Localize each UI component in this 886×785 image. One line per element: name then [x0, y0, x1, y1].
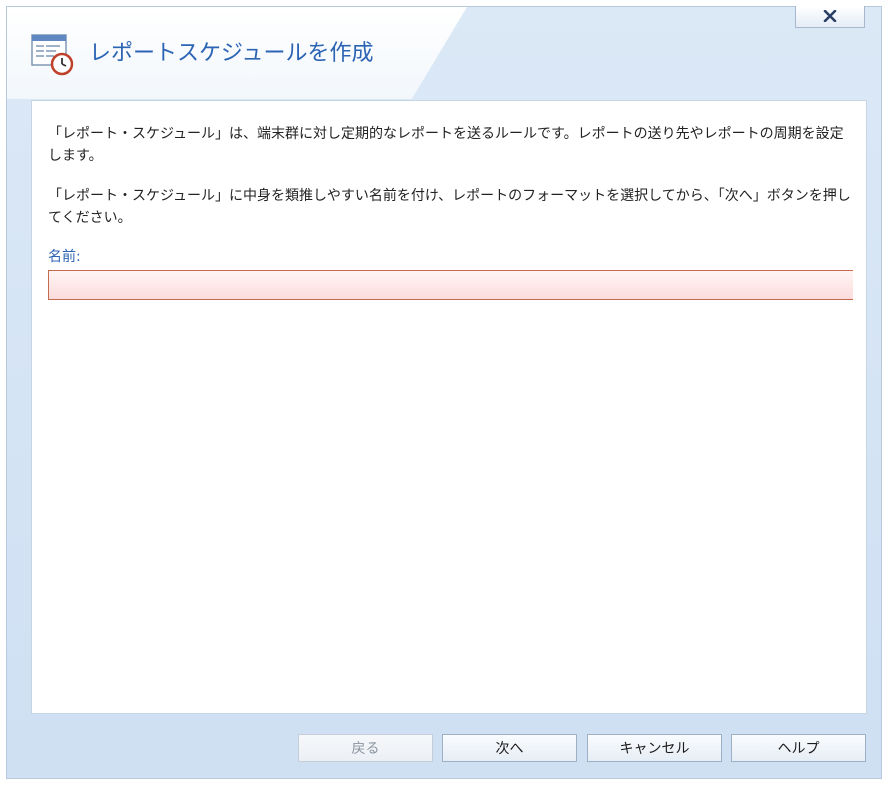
name-label: 名前: — [48, 249, 81, 265]
back-button[interactable]: 戻る — [298, 734, 433, 762]
description-text: 「レポート・スケジュール」は、端末群に対し定期的なレポートを送るルールです。レポ… — [48, 126, 844, 164]
close-button[interactable] — [795, 6, 865, 28]
instruction-text: 「レポート・スケジュール」に中身を類推しやすい名前を付け、レポートのフォーマット… — [48, 188, 851, 226]
close-x-icon — [823, 7, 837, 26]
create-report-schedule-dialog: レポートスケジュールを作成 「レポート・スケジュール」は、端末群に対し定期的なレ… — [6, 6, 882, 779]
next-button[interactable]: 次へ — [442, 734, 577, 762]
report-schedule-calendar-icon — [31, 33, 75, 77]
help-button[interactable]: ヘルプ — [731, 734, 866, 762]
content-panel: 「レポート・スケジュール」は、端末群に対し定期的なレポートを送るルールです。レポ… — [31, 100, 867, 714]
dialog-title: レポートスケジュールを作成 — [89, 41, 374, 66]
dialog-header: レポートスケジュールを作成 — [7, 6, 881, 99]
cancel-button[interactable]: キャンセル — [587, 734, 722, 762]
name-input[interactable] — [48, 270, 853, 300]
